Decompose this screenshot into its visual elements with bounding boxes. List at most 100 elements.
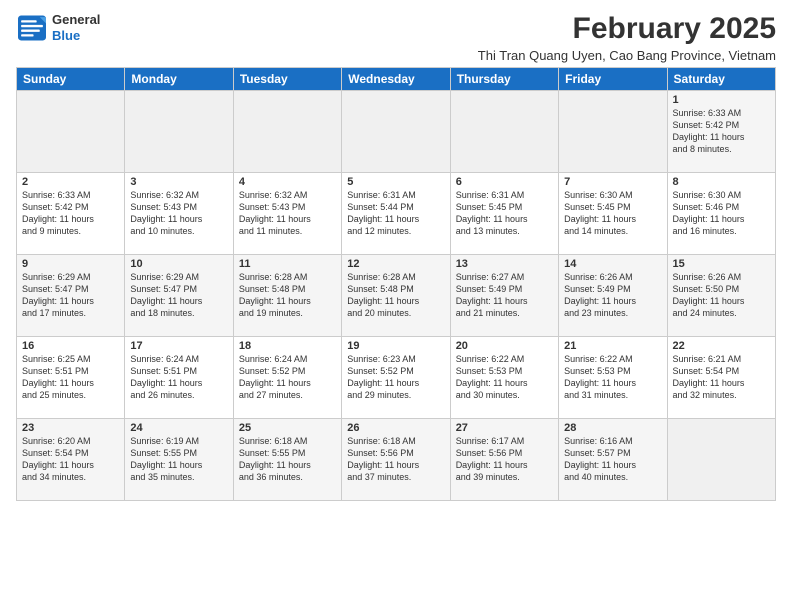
- table-row: [559, 91, 667, 173]
- table-row: 3Sunrise: 6:32 AM Sunset: 5:43 PM Daylig…: [125, 173, 233, 255]
- calendar-table: Sunday Monday Tuesday Wednesday Thursday…: [16, 67, 776, 501]
- day-number: 17: [130, 340, 227, 352]
- col-saturday: Saturday: [667, 68, 775, 91]
- table-row: 17Sunrise: 6:24 AM Sunset: 5:51 PM Dayli…: [125, 337, 233, 419]
- table-row: 11Sunrise: 6:28 AM Sunset: 5:48 PM Dayli…: [233, 255, 341, 337]
- day-info: Sunrise: 6:25 AM Sunset: 5:51 PM Dayligh…: [22, 353, 119, 402]
- day-info: Sunrise: 6:19 AM Sunset: 5:55 PM Dayligh…: [130, 435, 227, 484]
- logo: General Blue: [16, 12, 100, 43]
- day-number: 9: [22, 258, 119, 270]
- day-info: Sunrise: 6:31 AM Sunset: 5:45 PM Dayligh…: [456, 189, 553, 238]
- day-number: 15: [673, 258, 770, 270]
- day-number: 3: [130, 176, 227, 188]
- table-row: 27Sunrise: 6:17 AM Sunset: 5:56 PM Dayli…: [450, 419, 558, 501]
- day-number: 21: [564, 340, 661, 352]
- table-row: 20Sunrise: 6:22 AM Sunset: 5:53 PM Dayli…: [450, 337, 558, 419]
- table-row: 10Sunrise: 6:29 AM Sunset: 5:47 PM Dayli…: [125, 255, 233, 337]
- day-info: Sunrise: 6:18 AM Sunset: 5:56 PM Dayligh…: [347, 435, 444, 484]
- day-info: Sunrise: 6:24 AM Sunset: 5:52 PM Dayligh…: [239, 353, 336, 402]
- table-row: 21Sunrise: 6:22 AM Sunset: 5:53 PM Dayli…: [559, 337, 667, 419]
- day-number: 8: [673, 176, 770, 188]
- day-info: Sunrise: 6:30 AM Sunset: 5:46 PM Dayligh…: [673, 189, 770, 238]
- table-row: [125, 91, 233, 173]
- table-row: 9Sunrise: 6:29 AM Sunset: 5:47 PM Daylig…: [17, 255, 125, 337]
- day-info: Sunrise: 6:26 AM Sunset: 5:49 PM Dayligh…: [564, 271, 661, 320]
- day-number: 6: [456, 176, 553, 188]
- table-row: 28Sunrise: 6:16 AM Sunset: 5:57 PM Dayli…: [559, 419, 667, 501]
- calendar-week-row: 9Sunrise: 6:29 AM Sunset: 5:47 PM Daylig…: [17, 255, 776, 337]
- day-info: Sunrise: 6:29 AM Sunset: 5:47 PM Dayligh…: [130, 271, 227, 320]
- day-info: Sunrise: 6:18 AM Sunset: 5:55 PM Dayligh…: [239, 435, 336, 484]
- day-number: 1: [673, 94, 770, 106]
- day-info: Sunrise: 6:28 AM Sunset: 5:48 PM Dayligh…: [347, 271, 444, 320]
- table-row: 6Sunrise: 6:31 AM Sunset: 5:45 PM Daylig…: [450, 173, 558, 255]
- col-sunday: Sunday: [17, 68, 125, 91]
- day-number: 19: [347, 340, 444, 352]
- day-info: Sunrise: 6:23 AM Sunset: 5:52 PM Dayligh…: [347, 353, 444, 402]
- day-number: 23: [22, 422, 119, 434]
- title-section: February 2025 Thi Tran Quang Uyen, Cao B…: [478, 12, 776, 63]
- day-number: 28: [564, 422, 661, 434]
- table-row: 26Sunrise: 6:18 AM Sunset: 5:56 PM Dayli…: [342, 419, 450, 501]
- col-thursday: Thursday: [450, 68, 558, 91]
- day-info: Sunrise: 6:32 AM Sunset: 5:43 PM Dayligh…: [130, 189, 227, 238]
- table-row: 7Sunrise: 6:30 AM Sunset: 5:45 PM Daylig…: [559, 173, 667, 255]
- table-row: 25Sunrise: 6:18 AM Sunset: 5:55 PM Dayli…: [233, 419, 341, 501]
- day-number: 5: [347, 176, 444, 188]
- day-info: Sunrise: 6:31 AM Sunset: 5:44 PM Dayligh…: [347, 189, 444, 238]
- day-number: 22: [673, 340, 770, 352]
- day-number: 12: [347, 258, 444, 270]
- day-info: Sunrise: 6:22 AM Sunset: 5:53 PM Dayligh…: [564, 353, 661, 402]
- day-info: Sunrise: 6:32 AM Sunset: 5:43 PM Dayligh…: [239, 189, 336, 238]
- table-row: 18Sunrise: 6:24 AM Sunset: 5:52 PM Dayli…: [233, 337, 341, 419]
- day-info: Sunrise: 6:33 AM Sunset: 5:42 PM Dayligh…: [673, 107, 770, 156]
- day-number: 7: [564, 176, 661, 188]
- table-row: 24Sunrise: 6:19 AM Sunset: 5:55 PM Dayli…: [125, 419, 233, 501]
- calendar-title: February 2025: [478, 12, 776, 46]
- day-info: Sunrise: 6:24 AM Sunset: 5:51 PM Dayligh…: [130, 353, 227, 402]
- table-row: 22Sunrise: 6:21 AM Sunset: 5:54 PM Dayli…: [667, 337, 775, 419]
- table-row: [342, 91, 450, 173]
- logo-text: General Blue: [52, 12, 100, 43]
- col-friday: Friday: [559, 68, 667, 91]
- day-number: 14: [564, 258, 661, 270]
- table-row: 2Sunrise: 6:33 AM Sunset: 5:42 PM Daylig…: [17, 173, 125, 255]
- table-row: 19Sunrise: 6:23 AM Sunset: 5:52 PM Dayli…: [342, 337, 450, 419]
- table-row: 15Sunrise: 6:26 AM Sunset: 5:50 PM Dayli…: [667, 255, 775, 337]
- day-info: Sunrise: 6:20 AM Sunset: 5:54 PM Dayligh…: [22, 435, 119, 484]
- calendar-week-row: 16Sunrise: 6:25 AM Sunset: 5:51 PM Dayli…: [17, 337, 776, 419]
- table-row: 5Sunrise: 6:31 AM Sunset: 5:44 PM Daylig…: [342, 173, 450, 255]
- table-row: [17, 91, 125, 173]
- calendar-week-row: 1Sunrise: 6:33 AM Sunset: 5:42 PM Daylig…: [17, 91, 776, 173]
- calendar-week-row: 23Sunrise: 6:20 AM Sunset: 5:54 PM Dayli…: [17, 419, 776, 501]
- day-number: 26: [347, 422, 444, 434]
- day-info: Sunrise: 6:29 AM Sunset: 5:47 PM Dayligh…: [22, 271, 119, 320]
- day-number: 13: [456, 258, 553, 270]
- day-info: Sunrise: 6:21 AM Sunset: 5:54 PM Dayligh…: [673, 353, 770, 402]
- day-info: Sunrise: 6:17 AM Sunset: 5:56 PM Dayligh…: [456, 435, 553, 484]
- day-number: 20: [456, 340, 553, 352]
- col-wednesday: Wednesday: [342, 68, 450, 91]
- table-row: 13Sunrise: 6:27 AM Sunset: 5:49 PM Dayli…: [450, 255, 558, 337]
- calendar-week-row: 2Sunrise: 6:33 AM Sunset: 5:42 PM Daylig…: [17, 173, 776, 255]
- table-row: [450, 91, 558, 173]
- calendar-subtitle: Thi Tran Quang Uyen, Cao Bang Province, …: [478, 48, 776, 63]
- day-number: 25: [239, 422, 336, 434]
- table-row: 14Sunrise: 6:26 AM Sunset: 5:49 PM Dayli…: [559, 255, 667, 337]
- logo-icon: [16, 14, 48, 42]
- table-row: [233, 91, 341, 173]
- day-info: Sunrise: 6:28 AM Sunset: 5:48 PM Dayligh…: [239, 271, 336, 320]
- table-row: 16Sunrise: 6:25 AM Sunset: 5:51 PM Dayli…: [17, 337, 125, 419]
- table-row: 1Sunrise: 6:33 AM Sunset: 5:42 PM Daylig…: [667, 91, 775, 173]
- day-info: Sunrise: 6:22 AM Sunset: 5:53 PM Dayligh…: [456, 353, 553, 402]
- table-row: 8Sunrise: 6:30 AM Sunset: 5:46 PM Daylig…: [667, 173, 775, 255]
- day-info: Sunrise: 6:27 AM Sunset: 5:49 PM Dayligh…: [456, 271, 553, 320]
- day-info: Sunrise: 6:33 AM Sunset: 5:42 PM Dayligh…: [22, 189, 119, 238]
- day-info: Sunrise: 6:16 AM Sunset: 5:57 PM Dayligh…: [564, 435, 661, 484]
- day-number: 10: [130, 258, 227, 270]
- day-number: 27: [456, 422, 553, 434]
- day-number: 18: [239, 340, 336, 352]
- table-row: 4Sunrise: 6:32 AM Sunset: 5:43 PM Daylig…: [233, 173, 341, 255]
- calendar-header-row: Sunday Monday Tuesday Wednesday Thursday…: [17, 68, 776, 91]
- day-number: 2: [22, 176, 119, 188]
